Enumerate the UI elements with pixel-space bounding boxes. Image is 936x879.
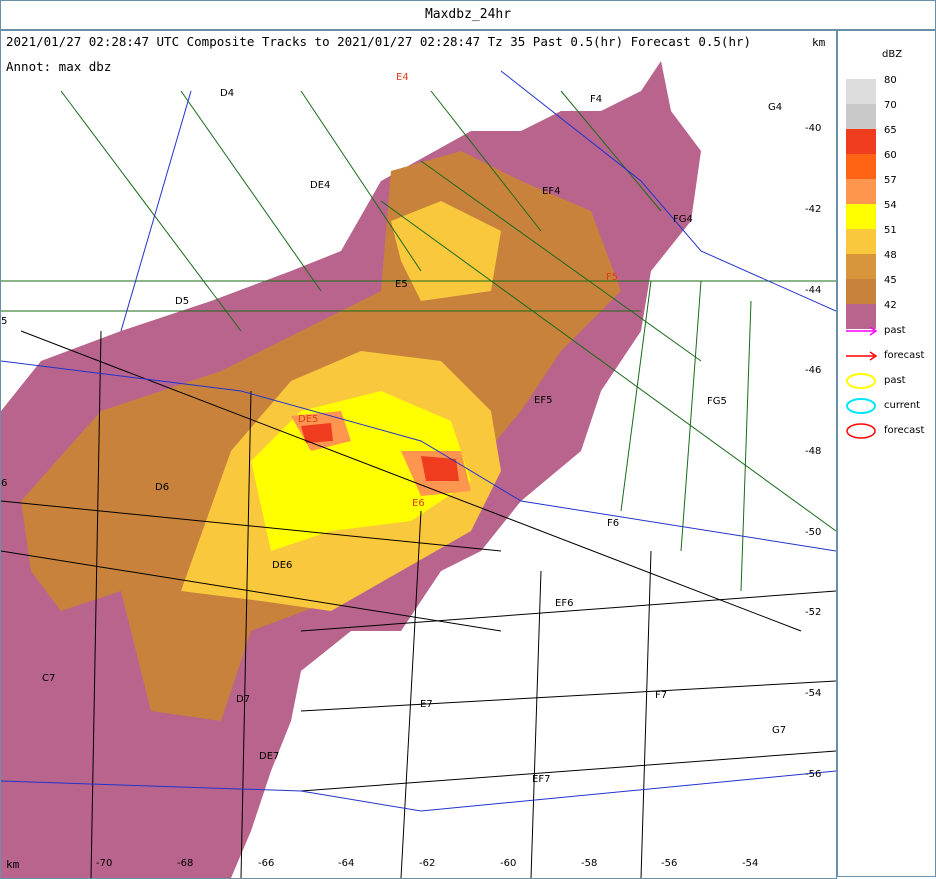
legend-level-label: 60	[884, 150, 897, 161]
x-tick-label: -56	[661, 858, 678, 869]
place-label: D7	[236, 694, 251, 705]
legend-level-label: 45	[884, 275, 897, 286]
place-label: D4	[220, 88, 235, 99]
map-header: 2021/01/27 02:28:47 UTC Composite Tracks…	[6, 34, 752, 49]
annotation-label: Annot: max dbz	[6, 59, 112, 74]
window-title: Maxdbz_24hr	[0, 0, 936, 30]
legend-key-label: forecast	[884, 425, 925, 436]
place-label: 5	[1, 316, 8, 327]
place-label: DE5	[298, 414, 319, 425]
y-tick-label: -52	[805, 607, 822, 618]
x-tick-label: -58	[581, 858, 598, 869]
x-unit: km	[6, 858, 20, 871]
place-label: 6	[1, 478, 8, 489]
place-label: F4	[590, 94, 603, 105]
legend-swatch	[846, 279, 876, 304]
y-tick-label: -50	[805, 527, 822, 538]
y-tick-label: -48	[805, 446, 822, 457]
place-label: F6	[607, 518, 620, 529]
place-label: E4	[396, 72, 409, 83]
x-tick-label: -68	[177, 858, 194, 869]
place-label: G4	[768, 102, 783, 113]
legend-swatch	[846, 204, 876, 229]
legend-swatch	[846, 154, 876, 179]
legend-level-label: 42	[884, 300, 897, 311]
y-tick-label: -56	[805, 769, 822, 780]
legend-level-label: 80	[884, 75, 897, 86]
past-track-arrow-icon	[846, 326, 878, 336]
legend-swatch	[846, 104, 876, 129]
x-tick-label: -66	[258, 858, 275, 869]
place-label: EF4	[542, 186, 561, 197]
legend-swatch	[846, 229, 876, 254]
place-label: E6	[412, 498, 425, 509]
forecast-track-arrow-icon	[846, 351, 878, 361]
legend-key-label: current	[884, 400, 921, 411]
place-label: G7	[772, 725, 787, 736]
place-label: E7	[420, 699, 433, 710]
y-tick-label: -42	[805, 204, 822, 215]
place-label: F5	[606, 272, 619, 283]
legend-level-label: 70	[884, 100, 897, 111]
place-label: FG4	[673, 214, 693, 225]
x-tick-label: -60	[500, 858, 517, 869]
x-tick-label: -64	[338, 858, 355, 869]
place-label: F7	[655, 690, 668, 701]
place-label: EF6	[555, 598, 574, 609]
y-tick-label: -54	[805, 688, 822, 699]
color-legend: dBZ 80 70 65 60 57 54 51 48 45 42 past f…	[837, 30, 936, 877]
legend-swatch	[846, 129, 876, 154]
place-label: C7	[42, 673, 56, 684]
place-label: E5	[395, 279, 408, 290]
place-label: D6	[155, 482, 170, 493]
legend-level-label: 51	[884, 225, 897, 236]
legend-swatch	[846, 179, 876, 204]
legend-swatch	[846, 79, 876, 104]
legend-level-label: 57	[884, 175, 897, 186]
legend-key-label: forecast	[884, 350, 925, 361]
y-tick-label: -44	[805, 285, 822, 296]
forecast-ellipse-icon	[846, 423, 876, 439]
past-ellipse-icon	[846, 373, 876, 389]
legend-unit: dBZ	[882, 49, 903, 60]
place-label: D5	[175, 296, 190, 307]
place-label: FG5	[707, 396, 727, 407]
x-tick-label: -62	[419, 858, 436, 869]
legend-key-label: past	[884, 375, 906, 386]
radar-map	[1, 31, 836, 878]
legend-key-label: past	[884, 325, 906, 336]
header-unit: km	[812, 36, 826, 49]
place-label: EF7	[532, 774, 551, 785]
x-tick-label: -70	[96, 858, 113, 869]
x-tick-label: -54	[742, 858, 759, 869]
legend-level-label: 65	[884, 125, 897, 136]
map-canvas[interactable]	[0, 30, 837, 879]
place-label: EF5	[534, 395, 553, 406]
legend-swatch	[846, 254, 876, 279]
legend-level-label: 48	[884, 250, 897, 261]
legend-key-glyphs	[846, 326, 878, 439]
place-label: DE7	[259, 751, 280, 762]
current-ellipse-icon	[846, 398, 876, 414]
place-label: DE4	[310, 180, 331, 191]
place-label: DE6	[272, 560, 293, 571]
legend-level-label: 54	[884, 200, 897, 211]
y-tick-label: -46	[805, 365, 822, 376]
y-tick-label: -40	[805, 123, 822, 134]
